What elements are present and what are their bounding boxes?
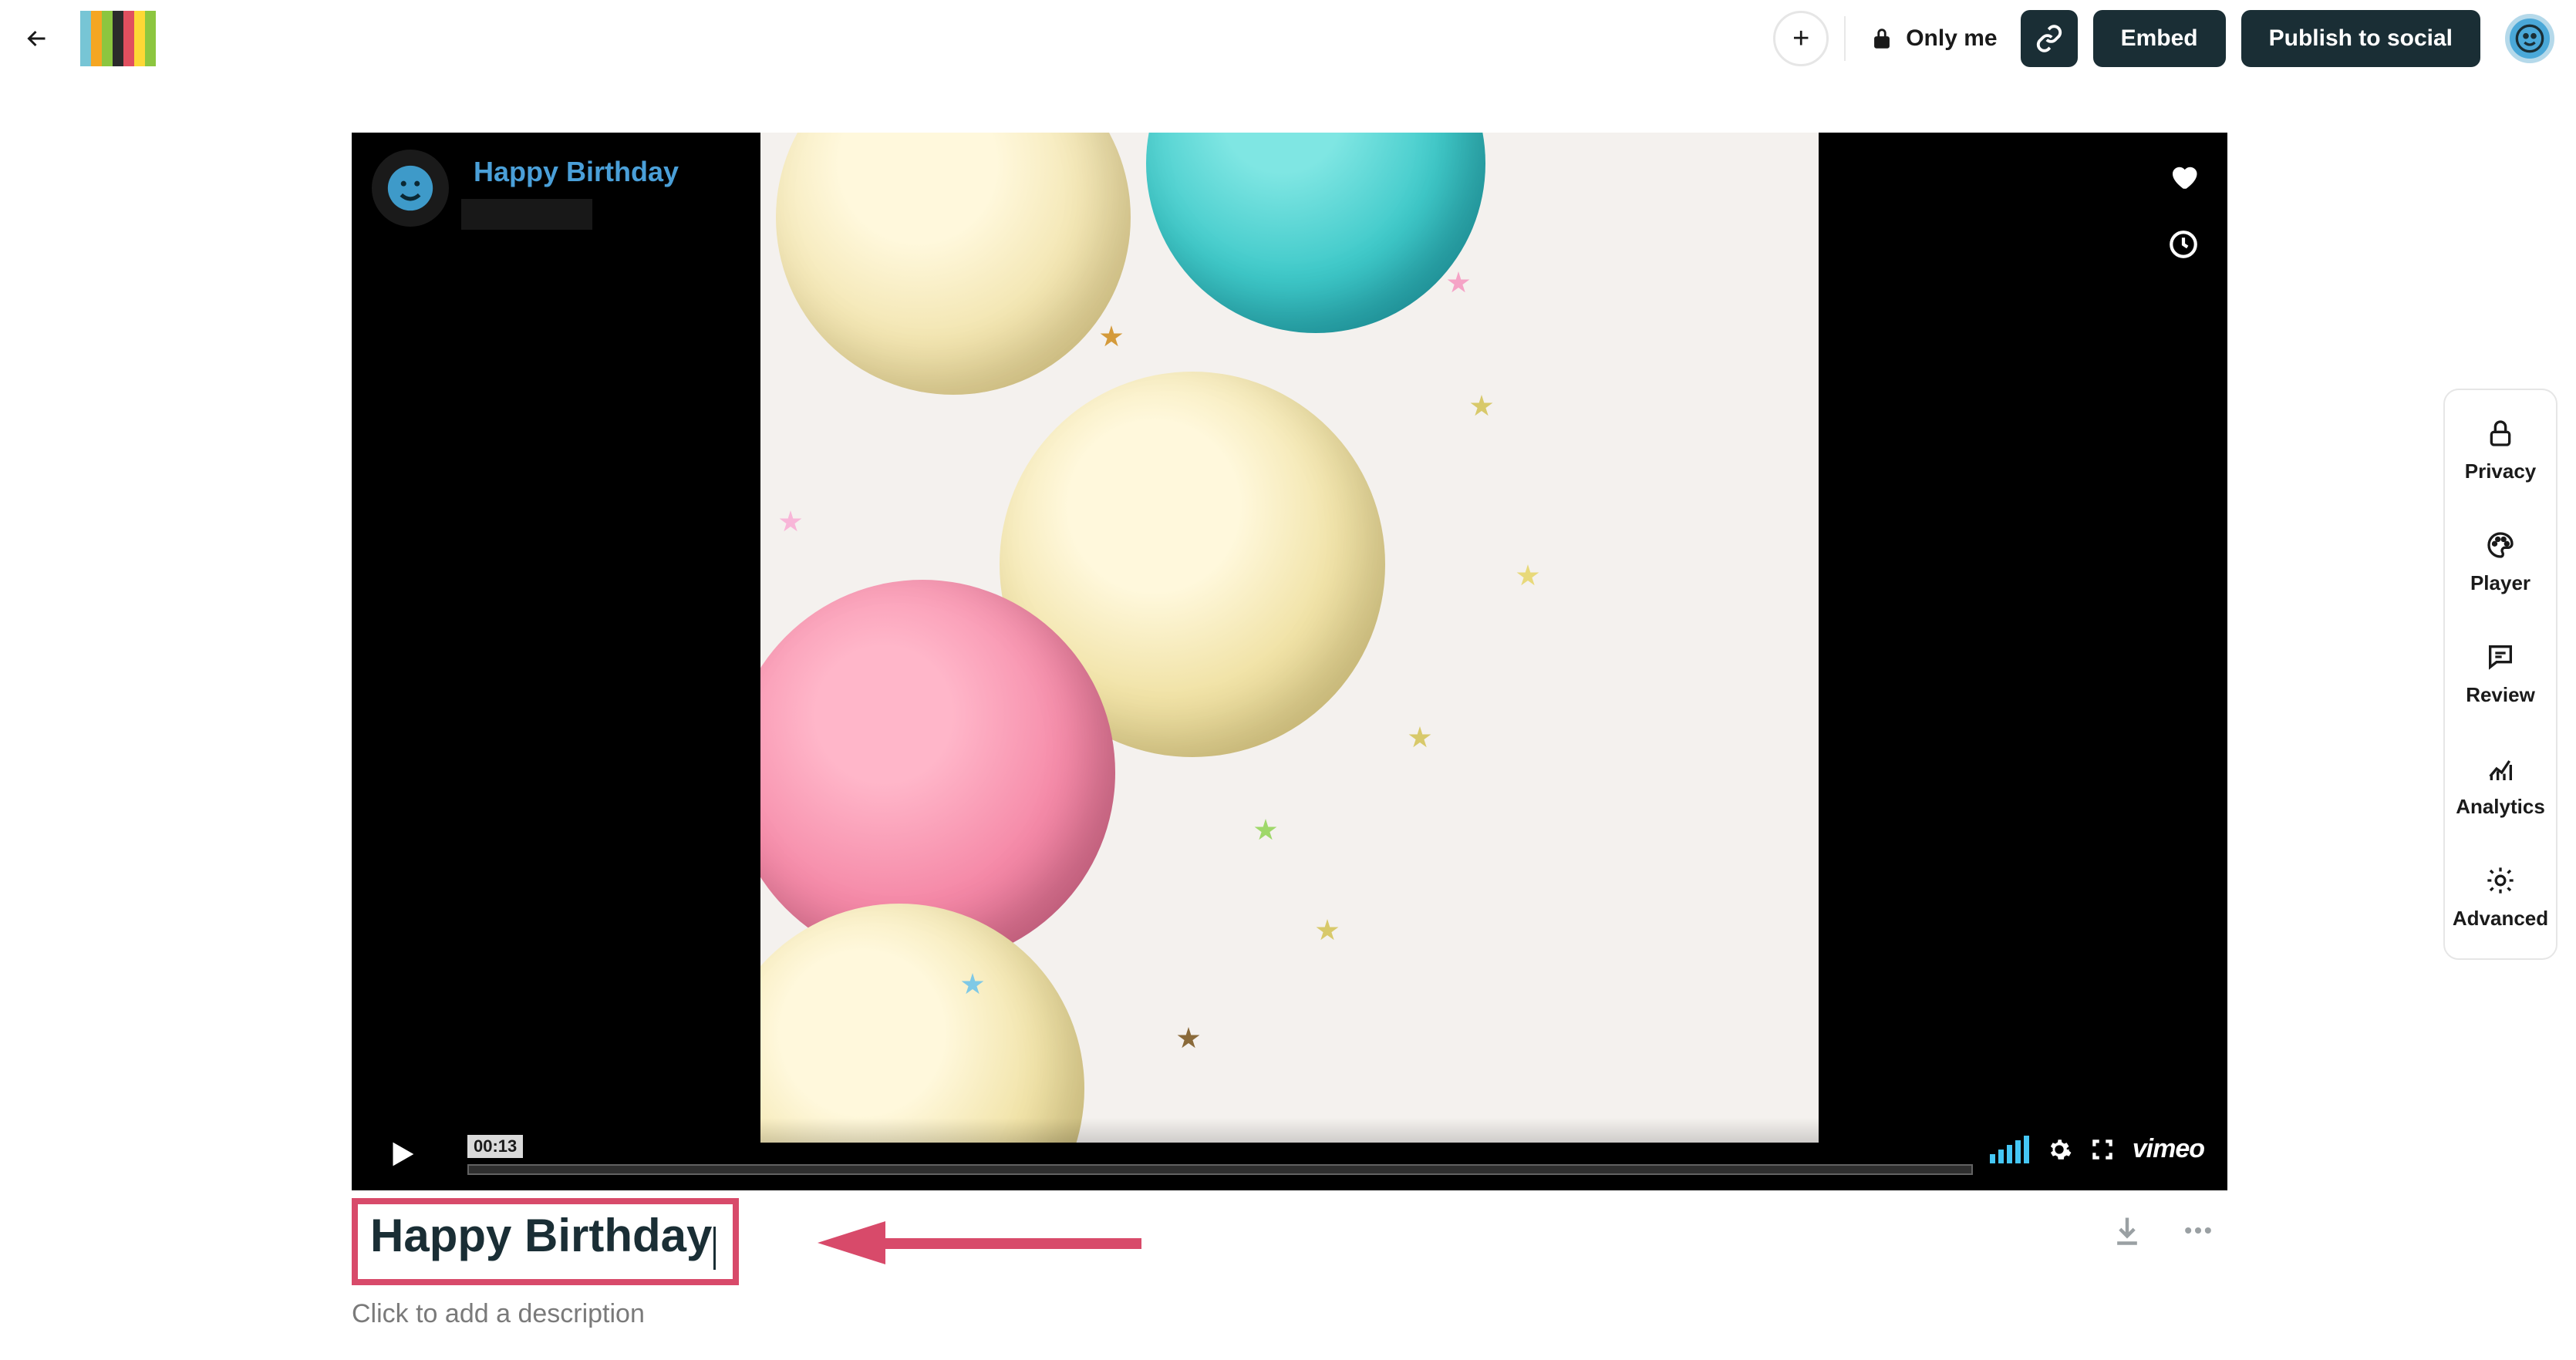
publish-label: Publish to social bbox=[2269, 25, 2453, 52]
sidebar-item-privacy[interactable]: Privacy bbox=[2465, 418, 2537, 483]
add-button[interactable]: + bbox=[1773, 11, 1829, 66]
sidebar-item-label: Advanced bbox=[2453, 907, 2548, 931]
settings-sidebar: Privacy Player Review Analytics Advanced bbox=[2443, 389, 2557, 960]
settings-icon[interactable] bbox=[2046, 1136, 2072, 1163]
embed-label: Embed bbox=[2121, 25, 2198, 52]
fullscreen-icon[interactable] bbox=[2089, 1136, 2116, 1163]
palette-icon bbox=[2485, 530, 2516, 560]
back-button[interactable] bbox=[22, 23, 52, 54]
publish-button[interactable]: Publish to social bbox=[2241, 10, 2480, 67]
top-bar: + Only me Embed Publish to social bbox=[0, 0, 2576, 77]
sidebar-item-label: Review bbox=[2466, 683, 2535, 707]
progress-bar[interactable] bbox=[467, 1164, 1973, 1175]
gear-icon bbox=[2485, 865, 2516, 896]
volume-control[interactable] bbox=[1990, 1136, 2029, 1163]
smiley-icon bbox=[2514, 23, 2545, 54]
like-button[interactable] bbox=[2155, 148, 2212, 205]
title-input-highlight: Happy Birthday bbox=[352, 1198, 739, 1285]
video-player[interactable]: Happy Birthday 00:13 vimeo bbox=[352, 133, 2227, 1190]
vimeo-logo[interactable]: vimeo bbox=[2133, 1134, 2204, 1164]
uploader-avatar[interactable] bbox=[372, 150, 449, 227]
app-logo[interactable] bbox=[80, 11, 173, 66]
lock-icon bbox=[2485, 418, 2516, 449]
video-poster bbox=[760, 133, 1819, 1143]
overlay-uploader-name[interactable] bbox=[461, 199, 592, 230]
play-icon bbox=[384, 1136, 420, 1172]
progress-container: 00:13 vimeo bbox=[452, 1118, 2227, 1190]
watch-later-button[interactable] bbox=[2155, 216, 2212, 273]
description-input[interactable]: Click to add a description bbox=[352, 1299, 2227, 1329]
link-icon bbox=[2035, 24, 2064, 53]
user-avatar[interactable] bbox=[2505, 14, 2554, 63]
plus-icon: + bbox=[1792, 22, 1809, 56]
play-button[interactable] bbox=[352, 1118, 452, 1190]
video-overlay-actions bbox=[2155, 148, 2212, 284]
arrow-left-icon bbox=[23, 25, 51, 52]
embed-button[interactable]: Embed bbox=[2093, 10, 2226, 67]
lock-icon bbox=[1869, 25, 1895, 52]
text-caret bbox=[713, 1227, 716, 1270]
topbar-right: + Only me Embed Publish to social bbox=[1773, 10, 2554, 67]
sidebar-item-player[interactable]: Player bbox=[2470, 530, 2530, 595]
clock-icon bbox=[2167, 228, 2200, 261]
video-overlay-header: Happy Birthday bbox=[372, 150, 691, 230]
sidebar-item-label: Player bbox=[2470, 571, 2530, 595]
sidebar-item-review[interactable]: Review bbox=[2466, 641, 2535, 707]
divider bbox=[1844, 16, 1846, 61]
privacy-toggle[interactable]: Only me bbox=[1861, 25, 2004, 52]
sidebar-item-label: Privacy bbox=[2465, 460, 2537, 483]
sidebar-item-analytics[interactable]: Analytics bbox=[2456, 753, 2545, 819]
topbar-left bbox=[22, 11, 173, 66]
sidebar-item-advanced[interactable]: Advanced bbox=[2453, 865, 2548, 931]
sidebar-item-label: Analytics bbox=[2456, 795, 2545, 819]
copy-link-button[interactable] bbox=[2021, 10, 2078, 67]
privacy-label: Only me bbox=[1906, 25, 1997, 52]
download-button[interactable] bbox=[2110, 1214, 2144, 1247]
video-duration: 00:13 bbox=[467, 1135, 523, 1158]
heart-icon bbox=[2167, 160, 2200, 193]
smiley-icon bbox=[383, 161, 437, 215]
video-controls: 00:13 vimeo bbox=[352, 1118, 2227, 1190]
more-button[interactable] bbox=[2181, 1214, 2215, 1247]
video-title-input[interactable]: Happy Birthday bbox=[370, 1210, 712, 1261]
overlay-video-title[interactable]: Happy Birthday bbox=[461, 150, 691, 194]
video-meta: Happy Birthday Click to add a descriptio… bbox=[352, 1198, 2227, 1329]
comment-icon bbox=[2485, 641, 2516, 672]
analytics-icon bbox=[2485, 753, 2516, 784]
